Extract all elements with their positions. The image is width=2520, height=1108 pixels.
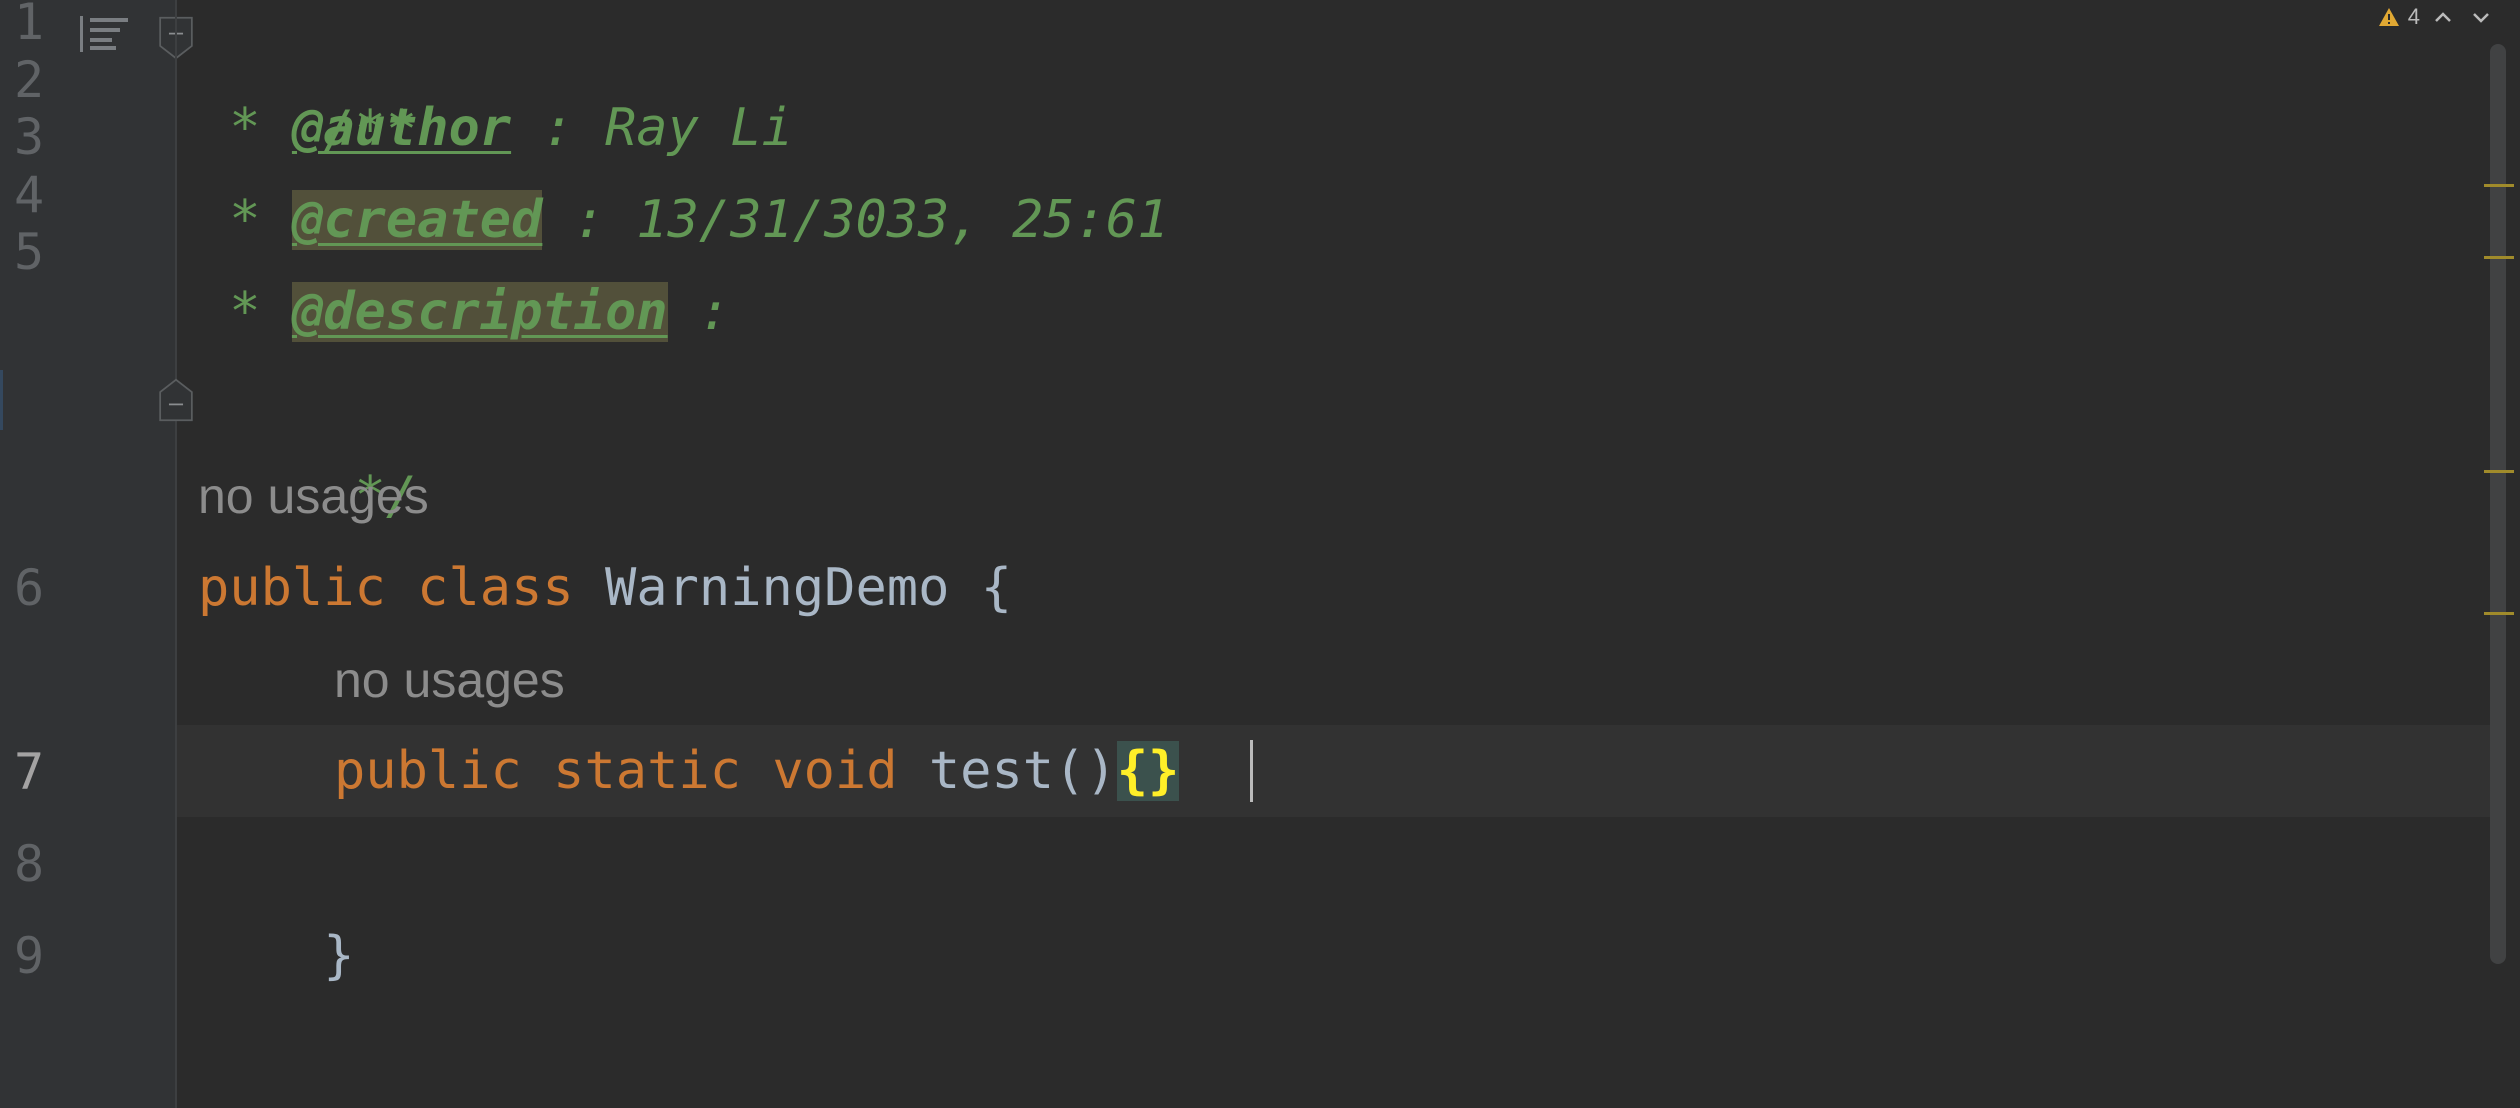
editor-gutter[interactable]: 1 2 3 4 5 6 7 8 9	[0, 0, 193, 1108]
method-usages-hint[interactable]: no usages	[334, 634, 565, 726]
warning-stripe[interactable]	[2484, 612, 2514, 615]
line-number-8: 8	[14, 835, 45, 893]
warning-stripe[interactable]	[2484, 470, 2514, 473]
text-caret	[1250, 740, 1253, 802]
code-line-3[interactable]: * @created : 13/31/3033, 25:61	[198, 174, 1169, 266]
code-line-4[interactable]: * @description :	[198, 266, 730, 358]
doc-comment-text: : Ray Li	[511, 98, 793, 158]
scrollbar-thumb[interactable]	[2490, 44, 2506, 964]
line-number-7: 7	[14, 743, 45, 801]
keyword-public: public	[198, 558, 386, 618]
gutter-divider	[175, 0, 177, 1108]
doc-comment-prefix: *	[198, 98, 292, 158]
code-line-8[interactable]: }	[198, 818, 354, 986]
warning-icon	[2378, 8, 2399, 26]
class-name: WarningDemo	[605, 558, 950, 618]
open-brace: {	[980, 558, 1013, 618]
keyword-void: void	[772, 741, 898, 801]
structure-icon[interactable]	[76, 14, 132, 54]
line-number-5: 5	[14, 223, 45, 281]
keyword-public: public	[334, 741, 522, 801]
keyword-class: class	[417, 558, 574, 618]
line-number-9: 9	[14, 927, 45, 985]
close-brace: }	[323, 926, 355, 986]
doc-tag-author: @author	[291, 98, 512, 158]
keyword-static: static	[553, 741, 741, 801]
inspection-widget[interactable]: 4	[2378, 2, 2496, 32]
warning-count: 4	[2407, 4, 2420, 29]
code-editor[interactable]: 1 2 3 4 5 6 7 8 9 /** * @author : Ray Li	[0, 0, 2520, 1108]
fold-end-icon[interactable]	[156, 378, 196, 422]
code-line-5[interactable]: */	[198, 358, 418, 526]
method-name: test	[928, 741, 1055, 801]
doc-comment-prefix: *	[198, 190, 292, 250]
doc-tag-description: @description	[291, 282, 668, 342]
code-line-7[interactable]: public static void test(){}	[334, 725, 1180, 817]
doc-comment-prefix: *	[198, 282, 292, 342]
matched-braces: {}	[1116, 741, 1180, 801]
doc-comment-text: :	[667, 282, 731, 342]
method-parens: ()	[1054, 741, 1117, 801]
code-line-2[interactable]: * @author : Ray Li	[198, 82, 793, 174]
previous-highlight-button[interactable]	[2428, 7, 2458, 27]
code-line-6[interactable]: public class WarningDemo {	[198, 542, 1012, 634]
warning-stripe[interactable]	[2484, 184, 2514, 187]
warning-stripe[interactable]	[2484, 256, 2514, 259]
doc-comment-text: : 13/31/3033, 25:61	[542, 190, 1169, 250]
line-number-6: 6	[14, 559, 45, 617]
change-marker	[0, 370, 3, 430]
next-highlight-button[interactable]	[2466, 7, 2496, 27]
class-usages-hint[interactable]: no usages	[198, 450, 429, 542]
doc-tag-created: @created	[291, 190, 543, 250]
code-line-1[interactable]: /**	[198, 0, 417, 160]
